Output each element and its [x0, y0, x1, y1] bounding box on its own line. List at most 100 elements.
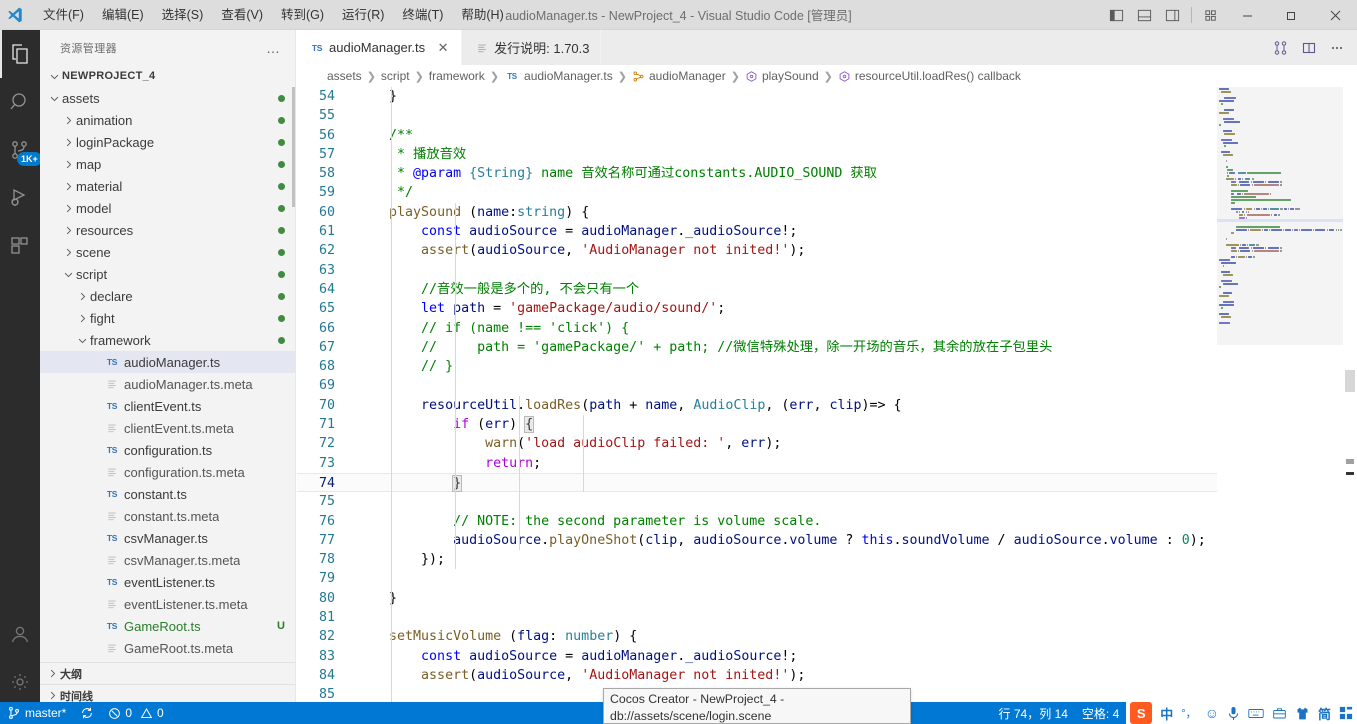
- scrollbar-thumb[interactable]: [1345, 370, 1355, 392]
- code-line[interactable]: 58 * @param {String} name 音效名称可通过constan…: [297, 164, 1357, 183]
- tree-item-audiomanager-ts[interactable]: TS audioManager.ts: [40, 351, 295, 373]
- menu-selection[interactable]: 选择(S): [153, 3, 213, 27]
- code-line[interactable]: 64 //音效一般是多个的, 不会只有一个: [297, 280, 1357, 299]
- tree-item-model[interactable]: model: [40, 197, 295, 219]
- close-button[interactable]: [1313, 0, 1357, 30]
- tree-item-clientevent-ts-meta[interactable]: clientEvent.ts.meta: [40, 417, 295, 439]
- code-line[interactable]: 65 let path = 'gamePackage/audio/sound/'…: [297, 299, 1357, 318]
- breadcrumb[interactable]: assets ❯ script ❯ framework ❯ TS audioManager.t…: [297, 65, 1357, 87]
- tree-item-csvmanager-ts-meta[interactable]: csvManager.ts.meta: [40, 549, 295, 571]
- code-line[interactable]: 59 */: [297, 183, 1357, 202]
- code-line[interactable]: 81: [297, 608, 1357, 627]
- code-line[interactable]: 54 }: [297, 87, 1357, 106]
- code-line[interactable]: 62 assert(audioSource, 'AudioManager not…: [297, 241, 1357, 260]
- tree-item-audiomanager-ts-meta[interactable]: audioManager.ts.meta: [40, 373, 295, 395]
- code-line[interactable]: 56 /**: [297, 126, 1357, 145]
- code-line[interactable]: 61 const audioSource = audioManager._aud…: [297, 222, 1357, 241]
- tree-item-clientevent-ts[interactable]: TS clientEvent.ts: [40, 395, 295, 417]
- breadcrumb-item-audiomanager[interactable]: audioManager: [632, 69, 726, 83]
- code-line[interactable]: 67 // path = 'gamePackage/' + path; //微信…: [297, 338, 1357, 357]
- menu-terminal[interactable]: 终端(T): [393, 3, 452, 27]
- code-line[interactable]: 74 }: [297, 472, 1357, 493]
- outline-section[interactable]: 大纲: [40, 662, 295, 684]
- activitybar-item-manage[interactable]: [0, 658, 40, 706]
- tree-item-resources[interactable]: resources: [40, 219, 295, 241]
- activitybar-item-source-control[interactable]: 1K+: [0, 126, 42, 174]
- code-line[interactable]: 76 // NOTE: the second parameter is volu…: [297, 512, 1357, 531]
- code-line[interactable]: 84 assert(audioSource, 'AudioManager not…: [297, 666, 1357, 685]
- status-indentation[interactable]: 空格: 4: [1075, 702, 1126, 724]
- compare-changes-icon[interactable]: [1267, 34, 1295, 62]
- tree-item-csvmanager-ts[interactable]: TS csvManager.ts: [40, 527, 295, 549]
- breadcrumb-item-playsound[interactable]: playSound: [745, 69, 819, 83]
- minimap[interactable]: [1217, 87, 1343, 706]
- tree-item-scene[interactable]: scene: [40, 241, 295, 263]
- code-line[interactable]: 69: [297, 376, 1357, 395]
- menu-help[interactable]: 帮助(H): [452, 3, 512, 27]
- breadcrumb-item-assets[interactable]: assets: [327, 69, 362, 83]
- split-editor-icon[interactable]: [1295, 34, 1323, 62]
- code-line[interactable]: 71 if (err) {: [297, 415, 1357, 434]
- breadcrumb-item-framework[interactable]: framework: [429, 69, 485, 83]
- tree-item-material[interactable]: material: [40, 175, 295, 197]
- tree-item-configuration-ts-meta[interactable]: configuration.ts.meta: [40, 461, 295, 483]
- code-line[interactable]: 72 warn('load audioClip failed: ', err);: [297, 434, 1357, 453]
- tree-item-framework[interactable]: framework: [40, 329, 295, 351]
- tree-item-script[interactable]: script: [40, 263, 295, 285]
- tree-item-assets[interactable]: assets: [40, 87, 295, 109]
- menu-run[interactable]: 运行(R): [333, 3, 393, 27]
- ime-punctuation-icon[interactable]: °，: [1177, 702, 1200, 724]
- tree-item-declare[interactable]: declare: [40, 285, 295, 307]
- code-line[interactable]: 68 // }: [297, 357, 1357, 376]
- file-tree[interactable]: assets animation loginPackage map material mo…: [40, 87, 295, 659]
- menu-file[interactable]: 文件(F): [34, 3, 93, 27]
- ime-voice-icon[interactable]: [1223, 702, 1244, 724]
- tree-item-gameroot-ts[interactable]: TS GameRoot.ts U: [40, 615, 295, 637]
- tree-item-fight[interactable]: fight: [40, 307, 295, 329]
- sidebar-more-actions-icon[interactable]: …: [260, 40, 287, 56]
- tab-close-icon[interactable]: ✕: [435, 40, 451, 56]
- tree-item-map[interactable]: map: [40, 153, 295, 175]
- ime-toolbar[interactable]: S 中 °， ☺ 简: [1126, 702, 1357, 724]
- code-editor[interactable]: 54 } 55 56 /** 57 * 播放音效 58 * @param {String…: [297, 87, 1357, 706]
- editor-vertical-scrollbar[interactable]: [1343, 87, 1357, 706]
- menu-go[interactable]: 转到(G): [272, 3, 333, 27]
- activitybar-item-run-and-debug[interactable]: [0, 174, 40, 222]
- status-problems[interactable]: 0 0: [101, 702, 170, 724]
- activitybar-item-explorer[interactable]: [0, 30, 40, 78]
- code-line[interactable]: 66 // if (name !== 'click') {: [297, 319, 1357, 338]
- code-line[interactable]: 63: [297, 261, 1357, 280]
- menu-bar[interactable]: 文件(F) 编辑(E) 选择(S) 查看(V) 转到(G) 运行(R) 终端(T…: [30, 0, 513, 30]
- tab-release-notes[interactable]: 发行说明: 1.70.3: [462, 30, 601, 65]
- tree-item-animation[interactable]: animation: [40, 109, 295, 131]
- activitybar-item-extensions[interactable]: [0, 222, 40, 270]
- tree-item-loginpackage[interactable]: loginPackage: [40, 131, 295, 153]
- maximize-button[interactable]: [1269, 0, 1313, 30]
- activitybar-item-accounts[interactable]: [0, 610, 40, 658]
- more-actions-icon[interactable]: [1323, 34, 1351, 62]
- code-line[interactable]: 57 * 播放音效: [297, 145, 1357, 164]
- code-line[interactable]: 79: [297, 569, 1357, 588]
- customize-layout-icon[interactable]: [1197, 0, 1225, 30]
- toggle-primary-sidebar-icon[interactable]: [1102, 0, 1130, 30]
- menu-edit[interactable]: 编辑(E): [93, 3, 153, 27]
- sogou-logo-icon[interactable]: S: [1126, 702, 1156, 724]
- breadcrumb-item-resourceutil-loadres-callback[interactable]: resourceUtil.loadRes() callback: [838, 69, 1021, 83]
- breadcrumb-item-script[interactable]: script: [381, 69, 410, 83]
- tab-audioManager[interactable]: TS audioManager.ts ✕: [297, 30, 463, 65]
- code-line[interactable]: 80 }: [297, 589, 1357, 608]
- tree-item-eventlistener-ts[interactable]: TS eventListener.ts: [40, 571, 295, 593]
- code-line[interactable]: 75: [297, 492, 1357, 511]
- tree-item-eventlistener-ts-meta[interactable]: eventListener.ts.meta: [40, 593, 295, 615]
- tree-item-configuration-ts[interactable]: TS configuration.ts: [40, 439, 295, 461]
- status-cursor-position[interactable]: 行 74，列 14: [992, 702, 1075, 724]
- code-line[interactable]: 83 const audioSource = audioManager._aud…: [297, 647, 1357, 666]
- activitybar-item-search[interactable]: [0, 78, 40, 126]
- status-sync[interactable]: [73, 702, 101, 724]
- code-line[interactable]: 82 setMusicVolume (flag: number) {: [297, 627, 1357, 646]
- menu-view[interactable]: 查看(V): [212, 3, 272, 27]
- ime-emoji-icon[interactable]: ☺: [1201, 702, 1223, 724]
- code-line[interactable]: 73 return;: [297, 454, 1357, 473]
- breadcrumb-item-audiomanager-ts[interactable]: TS audioManager.ts: [504, 69, 613, 83]
- code-line[interactable]: 78 });: [297, 550, 1357, 569]
